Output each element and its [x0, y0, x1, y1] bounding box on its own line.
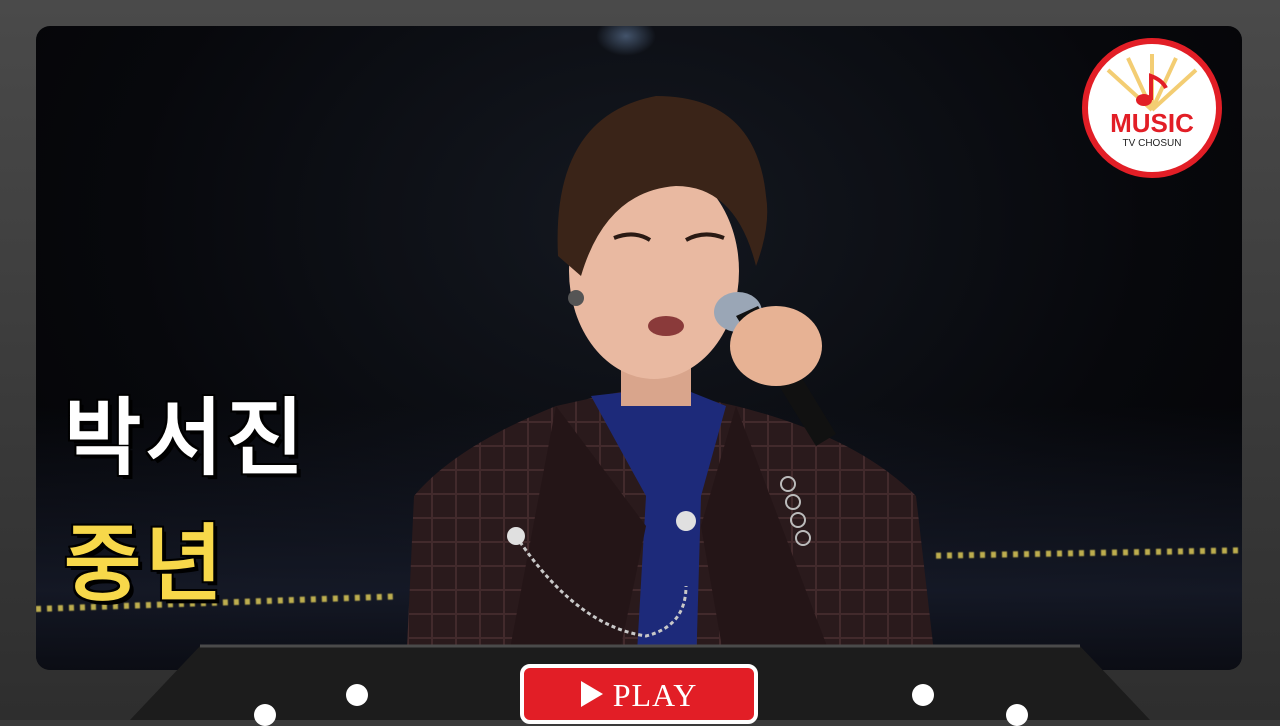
play-triangle-icon [580, 681, 603, 707]
play-button[interactable]: PLAY [520, 664, 758, 724]
video-frame[interactable]: 박서진 중년 [36, 26, 1242, 670]
tv-chosun-music-logo: MUSIC TV CHOSUN [1082, 38, 1222, 178]
song-title: 중년 [63, 515, 227, 613]
control-dot-right-upper [912, 684, 934, 706]
logo-main-text: MUSIC [1110, 108, 1194, 138]
control-dot-right-lower [1006, 704, 1028, 726]
control-dot-left-upper [346, 684, 368, 706]
music-note-icon [1136, 73, 1168, 106]
logo-sub-text: TV CHOSUN [1122, 138, 1182, 149]
control-dot-left-lower [254, 704, 276, 726]
artist-name: 박서진 [63, 389, 308, 487]
play-label: PLAY [612, 676, 698, 713]
